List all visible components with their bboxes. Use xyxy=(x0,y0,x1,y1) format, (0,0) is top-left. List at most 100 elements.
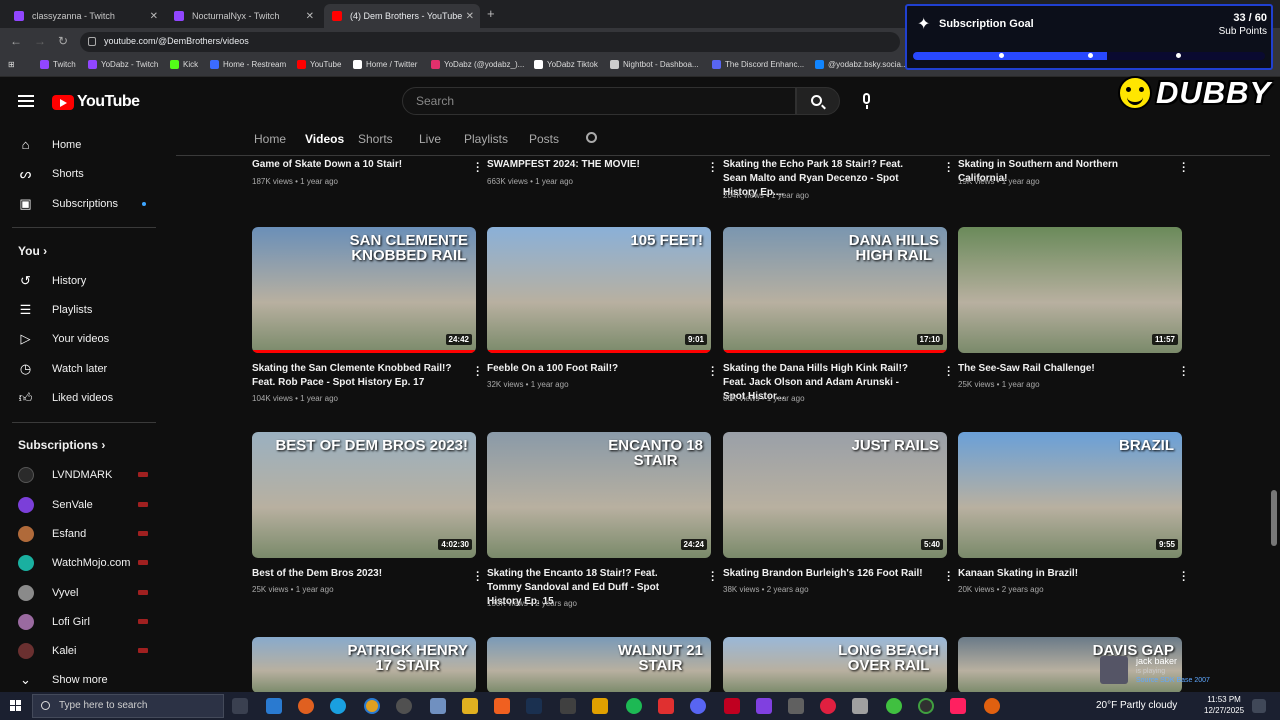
close-icon[interactable]: ✕ xyxy=(306,11,314,22)
app-icon[interactable] xyxy=(592,698,608,714)
sidebar-sub-senvale[interactable]: SenVale xyxy=(0,490,168,519)
forward-icon[interactable]: → xyxy=(34,34,46,48)
video-thumbnail[interactable]: 11:57 xyxy=(958,227,1182,353)
channel-search-button[interactable] xyxy=(586,132,600,146)
more-options-icon[interactable]: · · · xyxy=(474,568,482,587)
more-options-icon[interactable]: · · · xyxy=(474,159,482,178)
page-scrollbar[interactable] xyxy=(1270,80,1278,692)
video-thumbnail[interactable]: PATRICK HENRY 17 STAIR xyxy=(252,637,476,693)
app-icon[interactable] xyxy=(494,698,510,714)
menu-icon[interactable] xyxy=(18,95,34,107)
bookmark-restream[interactable]: Home - Restream xyxy=(210,60,286,69)
tiktok-icon[interactable] xyxy=(950,698,966,714)
reload-icon[interactable]: ↻ xyxy=(58,34,68,48)
taskbar-search-input[interactable]: Type here to search xyxy=(32,694,224,718)
browser-tab-1[interactable]: classyzanna - Twitch ✕ xyxy=(6,4,164,28)
sidebar-sub-esfand[interactable]: Esfand xyxy=(0,519,168,548)
sidebar-sub-lvndmark[interactable]: LVNDMARK xyxy=(0,460,168,489)
video-title[interactable]: Best of the Dem Bros 2023! xyxy=(252,567,452,581)
bookmark-discord[interactable]: The Discord Enhanc... xyxy=(712,60,804,69)
app-icon[interactable] xyxy=(886,698,902,714)
voice-search-button[interactable] xyxy=(852,87,882,115)
new-tab-button[interactable]: + xyxy=(487,6,495,21)
more-options-icon[interactable]: · · · xyxy=(945,159,953,178)
app-icon[interactable] xyxy=(984,698,1000,714)
subscriptions-heading[interactable]: Subscriptions › xyxy=(18,438,105,452)
bookmark-bluesky[interactable]: @yodabz.bsky.socia... xyxy=(815,60,908,69)
more-options-icon[interactable]: · · · xyxy=(709,159,717,178)
tab-videos[interactable]: Videos xyxy=(305,132,344,146)
app-icon[interactable] xyxy=(430,698,446,714)
sidebar-item-shorts[interactable]: ᔕ Shorts xyxy=(0,159,168,188)
show-more-button[interactable]: ⌄ Show more xyxy=(0,665,168,694)
copilot-icon[interactable] xyxy=(266,698,282,714)
tab-posts[interactable]: Posts xyxy=(529,132,559,146)
more-options-icon[interactable]: · · · xyxy=(1180,159,1188,178)
more-options-icon[interactable]: · · · xyxy=(945,363,953,382)
scrollbar-thumb[interactable] xyxy=(1271,490,1277,546)
apps-icon[interactable]: ⊞ xyxy=(8,60,15,69)
video-title[interactable]: Game of Skate Down a 10 Stair! xyxy=(252,158,452,172)
video-title[interactable]: Feeble On a 100 Foot Rail!? xyxy=(487,362,687,376)
steam-icon[interactable] xyxy=(526,698,542,714)
tab-playlists[interactable]: Playlists xyxy=(464,132,508,146)
sidebar-item-subscriptions[interactable]: ▣ Subscriptions xyxy=(0,189,168,218)
sidebar-item-home[interactable]: ⌂ Home xyxy=(0,130,168,159)
weather-widget[interactable]: 20°F Partly cloudy xyxy=(1096,700,1177,711)
more-options-icon[interactable]: · · · xyxy=(1180,568,1188,587)
edge-icon[interactable] xyxy=(330,698,346,714)
chrome-icon[interactable] xyxy=(364,698,380,714)
back-icon[interactable]: ← xyxy=(10,34,22,48)
video-thumbnail[interactable]: SAN CLEMENTE KNOBBED RAIL 24:42 xyxy=(252,227,476,353)
clock[interactable]: 11:53 PM 12/27/2025 xyxy=(1204,694,1244,716)
bookmark-nightbot[interactable]: Nightbot - Dashboa... xyxy=(610,60,699,69)
video-title[interactable]: Kanaan Skating in Brazil! xyxy=(958,567,1158,581)
discord-icon[interactable] xyxy=(690,698,706,714)
file-explorer-icon[interactable] xyxy=(462,698,478,714)
bookmark-twitch[interactable]: Twitch xyxy=(40,60,76,69)
bookmark-tiktok[interactable]: YoDabz Tiktok xyxy=(534,60,598,69)
app-icon[interactable] xyxy=(820,698,836,714)
firefox-icon[interactable] xyxy=(298,698,314,714)
sidebar-sub-vyvel[interactable]: Vyvel xyxy=(0,578,168,607)
video-title[interactable]: Skating Brandon Burleigh's 126 Foot Rail… xyxy=(723,567,923,581)
bookmark-kick[interactable]: Kick xyxy=(170,60,198,69)
sidebar-item-your-videos[interactable]: ▷ Your videos xyxy=(0,324,168,353)
more-options-icon[interactable]: · · · xyxy=(474,363,482,382)
more-options-icon[interactable]: · · · xyxy=(1180,363,1188,382)
app-icon[interactable] xyxy=(724,698,740,714)
url-field[interactable]: youtube.com/@DemBrothers/videos xyxy=(80,32,900,52)
obs-icon[interactable] xyxy=(396,698,412,714)
bookmark-twitter[interactable]: Home / Twitter xyxy=(353,60,417,69)
bookmark-youtube[interactable]: YouTube xyxy=(297,60,341,69)
sidebar-item-playlists[interactable]: ☰ Playlists xyxy=(0,295,168,324)
app-icon[interactable] xyxy=(756,698,772,714)
more-options-icon[interactable]: · · · xyxy=(709,363,717,382)
app-icon[interactable] xyxy=(658,698,674,714)
video-title[interactable]: SWAMPFEST 2024: THE MOVIE! xyxy=(487,158,687,172)
tab-live[interactable]: Live xyxy=(419,132,441,146)
video-thumbnail[interactable]: 105 FEET! 9:01 xyxy=(487,227,711,353)
video-thumbnail[interactable]: LONG BEACH OVER RAIL xyxy=(723,637,947,693)
bookmark-instagram[interactable]: YoDabz (@yodabz_)... xyxy=(431,60,524,69)
you-heading[interactable]: You › xyxy=(18,244,47,258)
tab-shorts[interactable]: Shorts xyxy=(358,132,393,146)
youtube-logo[interactable]: YouTube xyxy=(52,93,140,111)
windows-start-icon[interactable] xyxy=(10,700,22,712)
settings-icon[interactable] xyxy=(788,698,804,714)
sidebar-sub-watchmojo[interactable]: WatchMojo.com xyxy=(0,548,168,577)
sidebar-item-history[interactable]: ↺ History xyxy=(0,266,168,295)
search-button[interactable] xyxy=(796,87,840,115)
video-thumbnail[interactable]: DANA HILLS HIGH RAIL 17:10 xyxy=(723,227,947,353)
more-options-icon[interactable]: · · · xyxy=(945,568,953,587)
video-thumbnail[interactable]: WALNUT 21 STAIR xyxy=(487,637,711,693)
video-title[interactable]: Skating the San Clemente Knobbed Rail!? … xyxy=(252,362,452,390)
sidebar-sub-lofi-girl[interactable]: Lofi Girl xyxy=(0,607,168,636)
search-input[interactable]: Search xyxy=(402,87,796,115)
sidebar-sub-kalei[interactable]: Kalei xyxy=(0,636,168,665)
site-info-icon[interactable] xyxy=(88,37,96,46)
close-icon[interactable]: ✕ xyxy=(150,11,158,22)
more-options-icon[interactable]: · · · xyxy=(709,568,717,587)
browser-tab-2[interactable]: NocturnalNyx - Twitch ✕ xyxy=(166,4,320,28)
app-icon[interactable] xyxy=(560,698,576,714)
